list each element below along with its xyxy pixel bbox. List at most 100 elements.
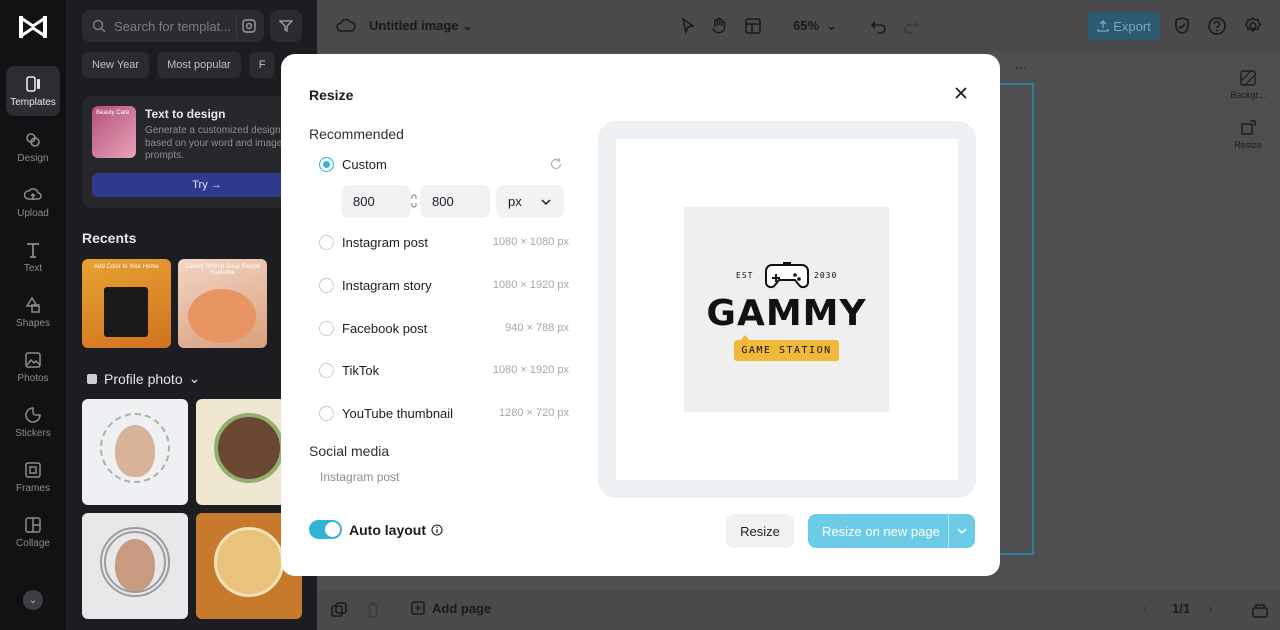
chip-new-year[interactable]: New Year — [82, 52, 150, 78]
profile-template-3[interactable] — [82, 513, 188, 619]
rail-label: Design — [17, 152, 49, 164]
rail-label: Stickers — [15, 427, 51, 439]
ring-decor — [214, 527, 284, 597]
recent-template-1[interactable]: Add Color to Your Home — [82, 259, 171, 348]
rail-label: Photos — [17, 372, 49, 384]
pages-panel-icon[interactable] — [1250, 600, 1270, 620]
resize-button[interactable]: Resize — [726, 514, 794, 548]
select-pointer-icon[interactable] — [678, 16, 698, 36]
background-tool-label: Backgr... — [1230, 90, 1266, 100]
radio-tiktok[interactable] — [319, 362, 334, 378]
collage-icon — [25, 516, 41, 533]
width-input[interactable]: 800 — [341, 185, 411, 218]
text-to-design-description: Generate a customized design based on yo… — [145, 125, 283, 161]
rail-label: Collage — [16, 537, 50, 549]
redo-icon[interactable] — [901, 16, 921, 36]
resize-on-new-page-button[interactable]: Resize on new page — [808, 514, 975, 548]
option-instagram-story[interactable]: Instagram story 1080 × 1920 px — [319, 275, 569, 295]
radio-youtube-thumbnail[interactable] — [319, 405, 334, 421]
zoom-level[interactable]: 65% ⌄ — [793, 18, 837, 34]
export-button[interactable]: Export — [1088, 12, 1160, 40]
more-options-icon[interactable]: ··· — [1015, 60, 1027, 74]
button-divider — [948, 514, 949, 548]
image-search-icon[interactable] — [236, 14, 260, 38]
option-tiktok[interactable]: TikTok 1080 × 1920 px — [319, 360, 569, 380]
background-tool[interactable]: Backgr... — [1223, 70, 1273, 100]
upload-icon — [24, 187, 42, 200]
aspect-lock-icon[interactable] — [410, 194, 418, 208]
logo-est-text: EST — [736, 271, 754, 280]
auto-layout-toggle-row: Auto layout — [309, 520, 443, 539]
recent-template-2[interactable]: Savory Shrimp Soup Recipe Supreme — [178, 259, 267, 348]
rail-item-text[interactable]: Text — [6, 232, 60, 282]
resize-tool-label: Resize — [1234, 140, 1262, 150]
option-youtube-thumbnail[interactable]: YouTube thumbnail 1280 × 720 px — [319, 403, 569, 423]
gamepad-icon — [765, 262, 809, 289]
layout-icon[interactable] — [744, 16, 764, 36]
help-icon[interactable] — [1207, 16, 1227, 36]
rail-item-collage[interactable]: Collage — [6, 507, 60, 557]
duplicate-page-icon[interactable] — [329, 600, 349, 620]
left-rail: Templates Design Upload Text Shapes Phot… — [0, 0, 66, 630]
option-facebook-post[interactable]: Facebook post 940 × 788 px — [319, 318, 569, 338]
width-value: 800 — [353, 194, 375, 209]
shield-icon[interactable] — [1172, 16, 1192, 36]
delete-page-icon[interactable] — [363, 600, 383, 620]
chevron-down-icon — [541, 199, 551, 206]
reset-icon[interactable] — [549, 157, 563, 171]
height-input[interactable]: 800 — [420, 185, 490, 218]
add-page-icon — [411, 601, 425, 615]
radio-facebook-post[interactable] — [319, 320, 334, 336]
chip-more[interactable]: F — [248, 52, 276, 78]
upload-arrow-icon — [1097, 20, 1109, 32]
social-media-item[interactable]: Instagram post — [320, 470, 399, 484]
more-chevron-icon[interactable]: ⌄ — [23, 590, 43, 610]
rail-item-design[interactable]: Design — [6, 122, 60, 172]
templates-icon — [26, 75, 40, 92]
unit-select[interactable]: px — [496, 185, 564, 218]
text-to-design-thumbnail: Beauty Care — [92, 106, 136, 158]
option-label: Facebook post — [342, 320, 428, 336]
page-counter: 1/1 — [1172, 601, 1191, 616]
rail-item-upload[interactable]: Upload — [6, 177, 60, 227]
radio-custom[interactable] — [319, 156, 334, 172]
profile-template-1[interactable] — [82, 399, 188, 505]
rail-item-templates[interactable]: Templates — [6, 66, 60, 116]
resize-tool[interactable]: Resize — [1223, 120, 1273, 150]
chip-label: Most popular — [167, 59, 231, 71]
rail-item-stickers[interactable]: Stickers — [6, 397, 60, 447]
cloud-icon[interactable] — [336, 16, 356, 36]
document-title[interactable]: Untitled image ⌄ — [369, 18, 473, 34]
option-instagram-post[interactable]: Instagram post 1080 × 1080 px — [319, 232, 569, 252]
portrait-image — [115, 425, 155, 477]
settings-gear-icon[interactable] — [1243, 16, 1263, 36]
chip-label: F — [258, 59, 266, 71]
rail-item-shapes[interactable]: Shapes — [6, 287, 60, 337]
unit-value: px — [508, 194, 522, 209]
undo-icon[interactable] — [869, 16, 889, 36]
auto-layout-toggle[interactable] — [309, 520, 342, 539]
close-icon[interactable] — [951, 83, 971, 103]
rail-item-frames[interactable]: Frames — [6, 452, 60, 502]
frames-icon — [25, 461, 41, 478]
profile-photo-dropdown[interactable]: Profile photo ⌄ — [86, 370, 200, 387]
hand-icon[interactable] — [709, 16, 729, 36]
next-page-icon[interactable]: › — [1208, 600, 1213, 616]
wreath-decor — [214, 413, 284, 483]
add-page-button[interactable]: Add page — [411, 601, 491, 616]
filter-button[interactable] — [270, 10, 302, 42]
radio-instagram-story[interactable] — [319, 277, 334, 293]
option-custom[interactable]: Custom — [319, 154, 569, 174]
option-label: TikTok — [342, 362, 380, 378]
height-value: 800 — [432, 194, 454, 209]
prev-page-icon[interactable]: ‹ — [1143, 600, 1148, 616]
info-icon[interactable] — [431, 523, 443, 536]
radio-instagram-post[interactable] — [319, 234, 334, 250]
chevron-down-icon[interactable] — [956, 525, 968, 537]
chip-label: New Year — [92, 59, 140, 71]
search-input[interactable]: Search for templat... — [82, 10, 264, 42]
profile-photo-title: Profile photo — [104, 370, 183, 387]
chip-most-popular[interactable]: Most popular — [157, 52, 241, 78]
rail-item-photos[interactable]: Photos — [6, 342, 60, 392]
filter-icon — [279, 20, 293, 33]
